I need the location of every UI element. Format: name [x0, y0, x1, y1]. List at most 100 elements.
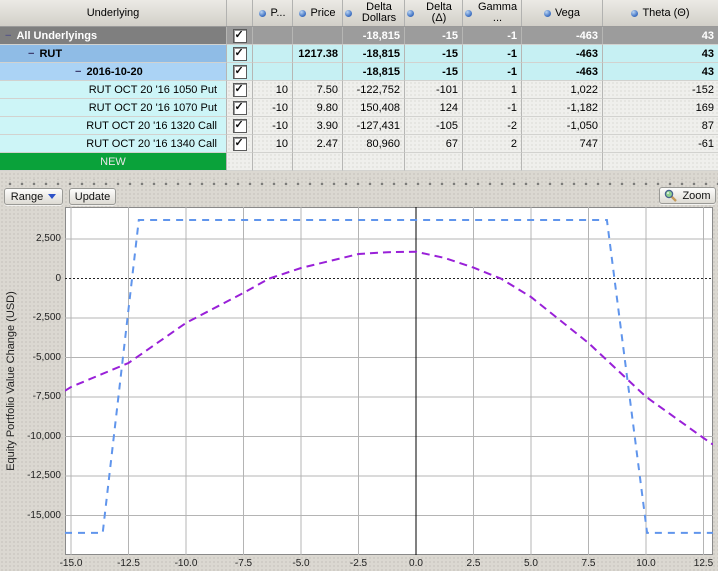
y-axis-tick-label: -10,000 [27, 430, 61, 442]
pane-splitter-handle[interactable] [0, 179, 718, 185]
row-checkbox[interactable] [232, 136, 247, 151]
x-axis-tick-label: -12.5 [117, 558, 140, 569]
cell-price: 9.80 [293, 99, 343, 117]
x-axis-tick-label: -5.0 [292, 558, 310, 569]
cell-price [293, 63, 343, 81]
column-sort-dot-icon [259, 9, 267, 17]
column-header-underlying[interactable]: Underlying [0, 0, 227, 26]
cell-price: 1217.38 [293, 45, 343, 63]
y-axis-tick-label: -2,500 [32, 312, 61, 324]
x-axis-tick-label: 0.0 [409, 558, 423, 569]
column-header-position[interactable]: P... [253, 0, 293, 26]
cell-delta-dollars: -127,431 [343, 117, 405, 135]
cell-vega: -463 [522, 45, 603, 63]
row-label: RUT OCT 20 '16 1050 Put [0, 81, 227, 99]
row-label: 2016-10-20 [86, 65, 143, 78]
column-header-delta[interactable]: Delta (Δ) [405, 0, 463, 26]
cell-gamma: -1 [463, 45, 522, 63]
column-header-theta[interactable]: Theta (Θ) [603, 0, 718, 26]
collapse-icon[interactable] [28, 48, 39, 60]
row-checkbox[interactable] [232, 82, 247, 97]
cell-delta-dollars: -18,815 [343, 27, 405, 45]
table-row-option-leg[interactable]: RUT OCT 20 '16 1070 Put -10 9.80 150,408… [0, 99, 718, 117]
row-label: RUT OCT 20 '16 1340 Call [0, 135, 227, 153]
column-header-checkbox[interactable] [227, 0, 253, 26]
x-axis-tick-label: 12.5 [693, 558, 714, 569]
collapse-icon[interactable] [75, 66, 86, 78]
table-row-option-leg[interactable]: RUT OCT 20 '16 1050 Put 10 7.50 -122,752… [0, 81, 718, 99]
row-label: RUT OCT 20 '16 1320 Call [0, 117, 227, 135]
cell-position [253, 63, 293, 81]
cell-theta: 43 [603, 27, 718, 45]
cell-delta-dollars: -122,752 [343, 81, 405, 99]
y-axis-tick-label: -5,000 [32, 351, 61, 363]
cell-gamma: 1 [463, 81, 522, 99]
table-row-expiry-2016-10-20[interactable]: 2016-10-20 -18,815 -15 -1 -463 43 [0, 63, 718, 81]
table-row-all-underlyings[interactable]: All Underlyings -18,815 -15 -1 -463 43 [0, 27, 718, 45]
x-axis-tick-label: -15.0 [59, 558, 83, 569]
cell-delta-dollars: -18,815 [343, 45, 405, 63]
cell-position: -10 [253, 117, 293, 135]
cell-position: 10 [253, 81, 293, 99]
row-checkbox[interactable] [232, 118, 247, 133]
cell-gamma: -1 [463, 99, 522, 117]
cell-delta-dollars: 80,960 [343, 135, 405, 153]
cell-delta: 67 [405, 135, 463, 153]
row-checkbox[interactable] [232, 64, 247, 79]
x-axis-tick-label: -7.5 [234, 558, 253, 569]
collapse-icon[interactable] [5, 30, 16, 42]
row-checkbox[interactable] [232, 100, 247, 115]
row-label: RUT [39, 47, 63, 60]
column-header-gamma[interactable]: Gamma ... [463, 0, 522, 26]
row-checkbox[interactable] [232, 28, 247, 43]
cell-gamma: 2 [463, 135, 522, 153]
cell-vega: -1,050 [522, 117, 603, 135]
column-sort-dot-icon [543, 9, 551, 17]
x-axis-tick-label: 5.0 [524, 558, 538, 569]
table-header-row: Underlying P... Price Delta Dollars Delt… [0, 0, 718, 27]
risk-graph-canvas [64, 207, 714, 555]
table-row-option-leg[interactable]: RUT OCT 20 '16 1320 Call -10 3.90 -127,4… [0, 117, 718, 135]
cell-theta: 43 [603, 45, 718, 63]
column-sort-dot-icon [345, 9, 352, 17]
cell-delta: -105 [405, 117, 463, 135]
cell-delta: -15 [405, 27, 463, 45]
cell-vega: -463 [522, 27, 603, 45]
table-row-rut[interactable]: RUT 1217.38 -18,815 -15 -1 -463 43 [0, 45, 718, 63]
x-axis-tick-label: 7.5 [581, 558, 596, 569]
cell-gamma: -2 [463, 117, 522, 135]
column-header-delta-dollars[interactable]: Delta Dollars [343, 0, 405, 26]
chart-plot-area[interactable] [64, 207, 714, 555]
cell-theta: 87 [603, 117, 718, 135]
column-header-price[interactable]: Price [293, 0, 343, 26]
cell-vega: -1,182 [522, 99, 603, 117]
row-label: All Underlyings [16, 29, 98, 42]
cell-gamma: -1 [463, 63, 522, 81]
cell-price [293, 27, 343, 45]
new-row-label[interactable]: NEW [0, 153, 227, 171]
cell-theta: 169 [603, 99, 718, 117]
row-label: RUT OCT 20 '16 1070 Put [0, 99, 227, 117]
risk-graph-panel: Equity Portfolio Value Change (USD) -15.… [0, 186, 718, 571]
y-axis-tick-label: -15,000 [27, 509, 61, 521]
cell-delta-dollars: 150,408 [343, 99, 405, 117]
y-axis-tick-label: 2,500 [35, 233, 61, 245]
x-axis-tick-label: -10.0 [174, 558, 198, 569]
cell-vega: 1,022 [522, 81, 603, 99]
column-header-vega[interactable]: Vega [522, 0, 603, 26]
row-checkbox[interactable] [232, 46, 247, 61]
cell-gamma: -1 [463, 27, 522, 45]
column-sort-dot-icon [299, 9, 307, 17]
y-axis-tick-label: 0 [55, 272, 61, 284]
y-axis-tick-label: -12,500 [27, 470, 61, 482]
cell-price: 7.50 [293, 81, 343, 99]
table-row-option-leg[interactable]: RUT OCT 20 '16 1340 Call 10 2.47 80,960 … [0, 135, 718, 153]
cell-vega: -463 [522, 63, 603, 81]
cell-delta: -15 [405, 45, 463, 63]
cell-position [253, 45, 293, 63]
x-axis-tick-label: -2.5 [349, 558, 368, 569]
table-row-new[interactable]: NEW [0, 153, 718, 171]
x-axis-tick-label: 10.0 [636, 558, 656, 569]
cell-delta: -15 [405, 63, 463, 81]
cell-theta: -152 [603, 81, 718, 99]
